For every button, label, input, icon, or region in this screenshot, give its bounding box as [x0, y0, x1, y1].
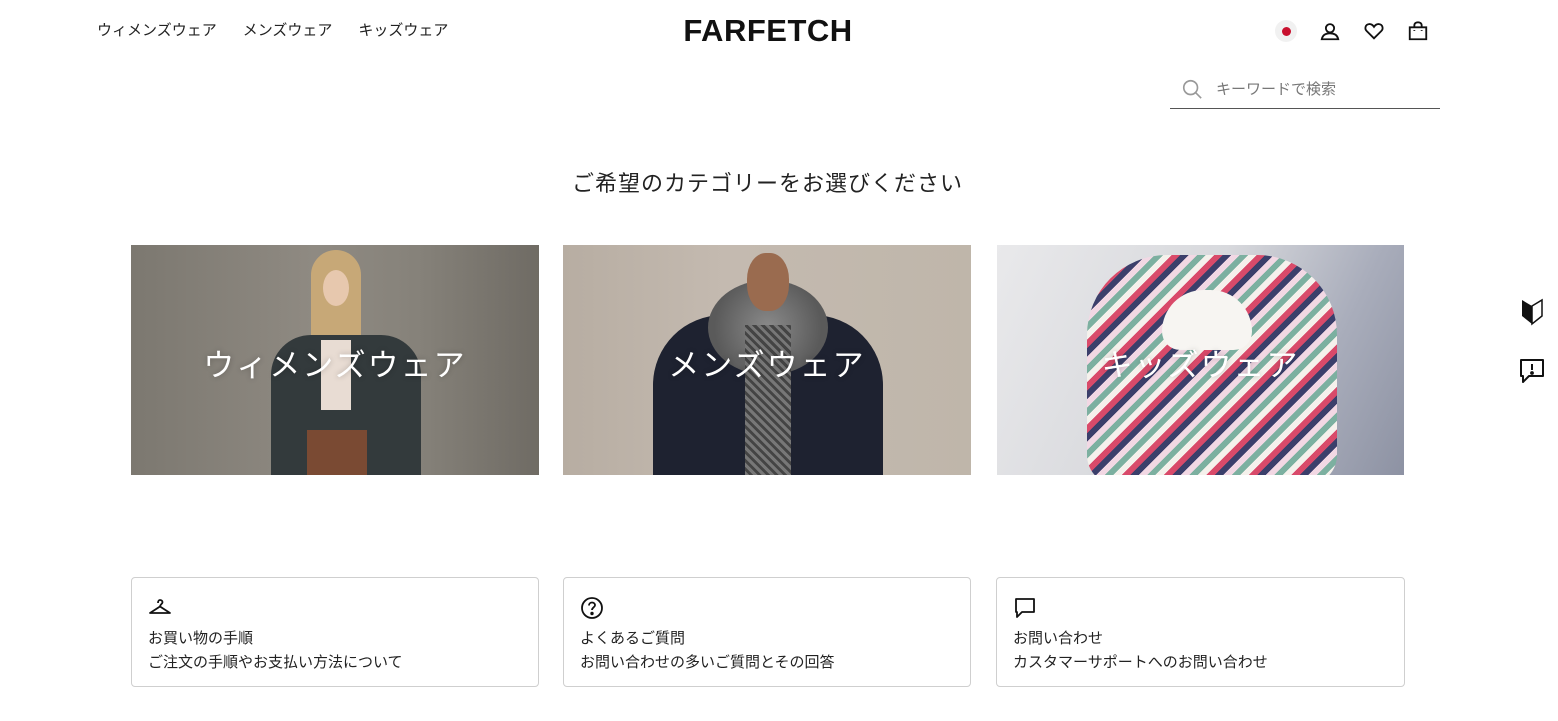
category-card-kidswear[interactable]: キッズウェア [997, 245, 1404, 475]
primary-nav: ウィメンズウェア メンズウェア キッズウェア [97, 19, 448, 40]
help-card-description: カスタマーサポートへのお問い合わせ [1013, 653, 1268, 671]
nav-menswear[interactable]: メンズウェア [243, 19, 333, 40]
help-card-contact[interactable]: お問い合わせ カスタマーサポートへのお問い合わせ [996, 577, 1405, 687]
category-card-menswear[interactable]: メンズウェア [563, 245, 971, 475]
header-icons [1274, 19, 1430, 43]
nav-kidswear[interactable]: キッズウェア [358, 19, 448, 40]
shopping-bag-icon[interactable] [1406, 19, 1430, 43]
help-card-title: お問い合わせ [1013, 629, 1104, 647]
help-card-title: よくあるご質問 [580, 629, 686, 647]
heart-icon[interactable] [1362, 19, 1386, 43]
menswear-image-face [747, 253, 789, 311]
womenswear-image-face [323, 270, 349, 306]
beginner-mark-icon[interactable] [1518, 298, 1546, 326]
account-icon[interactable] [1318, 19, 1342, 43]
feedback-icon[interactable] [1518, 357, 1546, 385]
nav-womenswear[interactable]: ウィメンズウェア [97, 19, 217, 40]
question-icon [580, 596, 604, 620]
farfetch-logo[interactable]: FARFETCH [666, 14, 870, 48]
help-card-description: お問い合わせの多いご質問とその回答 [580, 653, 835, 671]
search-input[interactable] [1214, 79, 1424, 99]
hanger-icon [148, 596, 172, 620]
category-card-womenswear[interactable]: ウィメンズウェア [131, 245, 539, 475]
category-label-kidswear: キッズウェア [1101, 348, 1300, 384]
search-bar [1170, 70, 1440, 109]
page-title: ご希望のカテゴリーをお選びください [571, 172, 963, 197]
category-label-womenswear: ウィメンズウェア [203, 348, 467, 384]
chat-icon [1013, 596, 1037, 620]
japan-flag-icon[interactable] [1274, 19, 1298, 43]
search-icon[interactable] [1180, 77, 1204, 101]
help-card-faq[interactable]: よくあるご質問 お問い合わせの多いご質問とその回答 [563, 577, 971, 687]
site-header: ウィメンズウェア メンズウェア キッズウェア FARFETCH [0, 0, 1558, 62]
help-card-title: お買い物の手順 [148, 629, 254, 647]
help-card-shopping-guide[interactable]: お買い物の手順 ご注文の手順やお支払い方法について [131, 577, 539, 687]
help-card-description: ご注文の手順やお支払い方法について [148, 653, 403, 671]
category-label-menswear: メンズウェア [668, 348, 866, 384]
womenswear-image-skirt [307, 430, 367, 475]
